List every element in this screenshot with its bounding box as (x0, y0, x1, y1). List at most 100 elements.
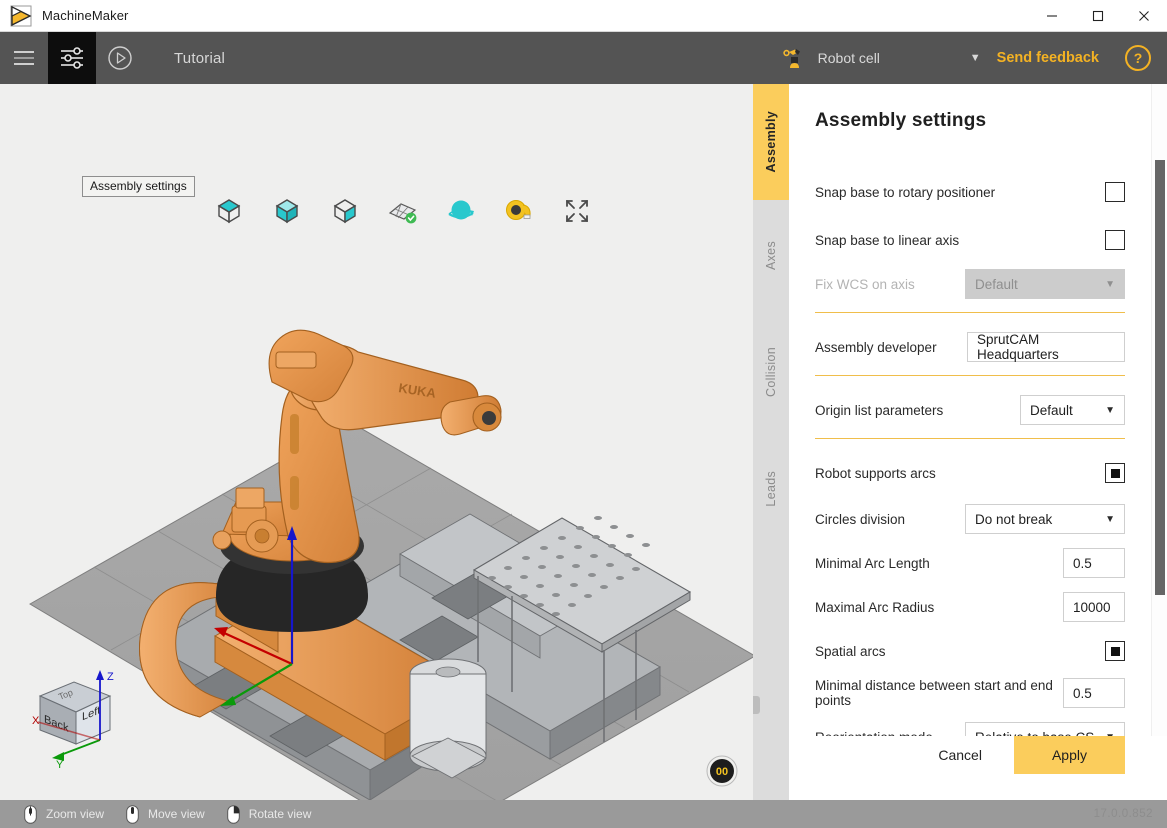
minimize-icon (1047, 14, 1057, 17)
assembly-developer-value: SprutCAM Headquarters (977, 332, 1059, 362)
robot-supports-arcs-checkbox[interactable] (1105, 463, 1125, 483)
row-spatial-arcs: Spatial arcs (815, 635, 1125, 667)
sliders-settings-icon (61, 47, 83, 69)
minimal-arc-length-input[interactable]: 0.5 (1063, 548, 1125, 578)
checkbox-mark (1110, 646, 1120, 656)
tab-axes[interactable]: Axes (753, 200, 789, 310)
row-minimal-arc-length: Minimal Arc Length 0.5 (815, 547, 1125, 579)
row-assembly-developer: Assembly developer SprutCAM Headquarters (815, 331, 1125, 363)
minimize-button[interactable] (1029, 0, 1075, 32)
tab-axes-label: Axes (764, 240, 778, 270)
settings-rows: Snap base to rotary positioner Snap base… (789, 176, 1167, 736)
hint-zoom-view-label: Zoom view (46, 807, 105, 821)
send-feedback-button[interactable]: Send feedback (997, 50, 1099, 66)
tab-assembly[interactable]: Assembly (753, 84, 789, 200)
row-maximal-arc-radius: Maximal Arc Radius 10000 (815, 591, 1125, 623)
panel-tab-rail: Assembly Axes Collision Leads (753, 84, 789, 800)
minimal-distance-input[interactable]: 0.5 (1063, 678, 1125, 708)
hint-rotate-view: Rotate view (226, 804, 312, 824)
row-reorientation-mode-label: Reorientation mode (815, 730, 965, 737)
mouse-wheel-icon (24, 804, 37, 824)
row-assembly-developer-label: Assembly developer (815, 339, 937, 355)
circles-division-select[interactable]: Do not break ▼ (965, 504, 1125, 534)
view-cube[interactable]: Back Left Top Z Y X (24, 660, 140, 770)
tab-collision[interactable]: Collision (753, 310, 789, 434)
chevron-down-icon: ▼ (1105, 732, 1115, 737)
hamburger-menu-button[interactable] (0, 32, 48, 84)
panel-action-bar: Cancel Apply (789, 736, 1167, 800)
spatial-arcs-checkbox[interactable] (1105, 641, 1125, 661)
axis-y-label: Y (56, 759, 64, 770)
row-snap-rotary: Snap base to rotary positioner (815, 176, 1125, 208)
cancel-button[interactable]: Cancel (916, 736, 1004, 774)
help-button[interactable]: ? (1125, 45, 1151, 71)
close-button[interactable] (1121, 0, 1167, 32)
window-title: MachineMaker (42, 8, 129, 23)
fit-to-screen-icon[interactable] (558, 192, 596, 230)
close-icon (1139, 10, 1149, 21)
maximal-arc-radius-value: 10000 (1073, 599, 1111, 615)
assembly-settings-panel: Assembly settings Snap base to rotary po… (789, 84, 1167, 800)
row-robot-supports-arcs: Robot supports arcs (815, 457, 1125, 489)
play-circle-icon (108, 46, 132, 70)
row-snap-linear-label: Snap base to linear axis (815, 232, 960, 248)
title-bar: MachineMaker (0, 0, 1167, 32)
page-title: Assembly settings (815, 110, 987, 131)
panel-resize-grip[interactable] (753, 696, 760, 714)
fix-wcs-on-axis-select: Default ▼ (965, 269, 1125, 299)
tab-leads[interactable]: Leads (753, 434, 789, 544)
section-divider (815, 438, 1125, 439)
row-reorientation-mode: Reorientation mode Relative to base CS ▼ (815, 721, 1125, 736)
snap-base-rotary-checkbox[interactable] (1105, 182, 1125, 202)
tab-rail-filler (753, 544, 789, 800)
main-header: Tutorial Robot cell ▼ Send feedback ? (0, 32, 1167, 84)
minimal-arc-length-value: 0.5 (1073, 555, 1092, 571)
panel-scrollbar[interactable] (1151, 84, 1167, 736)
row-robot-supports-arcs-label: Robot supports arcs (815, 465, 936, 481)
version-label: 17.0.0.852 (1093, 808, 1153, 820)
origin-badge[interactable]: 00 (705, 754, 739, 788)
play-simulation-button[interactable] (96, 32, 144, 84)
row-snap-linear: Snap base to linear axis (815, 224, 1125, 256)
machinemaker-logo-icon (10, 5, 32, 26)
snap-base-linear-checkbox[interactable] (1105, 230, 1125, 250)
tab-leads-label: Leads (764, 471, 778, 507)
hamburger-menu-icon (14, 51, 34, 65)
hint-rotate-view-label: Rotate view (248, 807, 312, 821)
row-spatial-arcs-label: Spatial arcs (815, 643, 886, 659)
tab-collision-label: Collision (764, 347, 778, 397)
row-origin-list-label: Origin list parameters (815, 402, 944, 418)
minimal-distance-value: 0.5 (1073, 685, 1092, 701)
rotate-scene-icon[interactable] (442, 192, 480, 230)
measure-tape-icon[interactable] (500, 192, 538, 230)
view-shaded-top-icon[interactable] (210, 192, 248, 230)
status-bar: Zoom view Move view Rotate view 17.0.0.8… (0, 800, 1167, 828)
maximal-arc-radius-input[interactable]: 10000 (1063, 592, 1125, 622)
view-shaded-icon[interactable] (268, 192, 306, 230)
assembly-settings-scroll-area: Assembly settings Snap base to rotary po… (789, 84, 1167, 736)
assembly-settings-button[interactable] (48, 32, 96, 84)
row-minimal-arc-length-label: Minimal Arc Length (815, 555, 930, 571)
robot-cell-selector[interactable]: Robot cell ▼ (772, 32, 997, 84)
chevron-down-icon: ▼ (1105, 278, 1115, 290)
assembly-developer-input[interactable]: SprutCAM Headquarters (967, 332, 1125, 362)
row-circles-division-label: Circles division (815, 511, 906, 527)
origin-list-parameters-select[interactable]: Default ▼ (1020, 395, 1125, 425)
panel-scrollbar-thumb[interactable] (1155, 160, 1165, 595)
view-wireframe-icon[interactable] (326, 192, 364, 230)
rotary-positioner (409, 658, 487, 779)
reorientation-mode-select[interactable]: Relative to base CS ▼ (965, 722, 1125, 736)
maximize-icon (1092, 10, 1104, 21)
viewport-toolbar (210, 192, 596, 230)
mouse-right-icon (226, 804, 240, 824)
axis-z-label: Z (107, 671, 114, 683)
fix-wcs-value: Default (975, 276, 1018, 292)
assembly-settings-tooltip: Assembly settings (82, 176, 195, 197)
checkbox-mark (1110, 468, 1120, 478)
3d-viewport[interactable]: KUKA Assembly settings Back Left Top Z Y… (0, 84, 753, 800)
application-window: MachineMaker Tutorial Robot cell ▼ Send … (0, 0, 1167, 828)
apply-button[interactable]: Apply (1013, 736, 1125, 774)
show-machine-base-icon[interactable] (384, 192, 422, 230)
maximize-button[interactable] (1075, 0, 1121, 32)
row-fix-wcs: Fix WCS on axis Default ▼ (815, 268, 1125, 300)
